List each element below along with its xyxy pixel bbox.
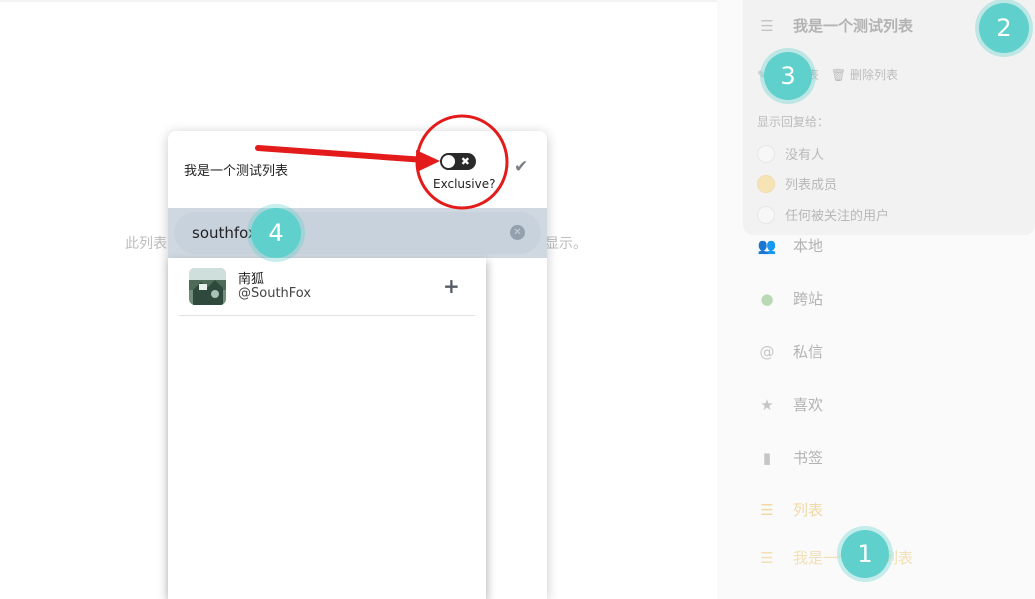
background-text-left: 此列表	[125, 236, 167, 252]
sidebar: ☰ 我是一个测试列表 ✎ 编辑列表 🗑 删除列表 显示回复给： 没有人 列表成员…	[717, 0, 1035, 599]
sidebar-item-label: 列表	[793, 501, 824, 519]
radio-button[interactable]	[757, 205, 775, 224]
result-display-name: 南狐	[238, 272, 265, 287]
search-field: ✕	[174, 212, 541, 254]
toggle-knob	[442, 155, 455, 168]
sidebar-item-lists[interactable]: ☰ 列表	[757, 499, 823, 520]
show-replies-label: 显示回复给：	[757, 115, 830, 129]
sidebar-item-test-list[interactable]: ☰ 我是一个测试列表	[757, 547, 913, 568]
result-row[interactable]: 南狐 @SouthFox +	[179, 266, 475, 316]
sidebar-list-header-label: 我是一个测试列表	[793, 17, 914, 35]
reply-option-followed[interactable]: 任何被关注的用户	[757, 205, 889, 224]
sidebar-item-local[interactable]: 👥 本地	[757, 235, 823, 256]
list-icon: ☰	[760, 500, 774, 519]
dialog-title: 我是一个测试列表	[184, 164, 289, 179]
close-icon: ✖	[460, 155, 470, 168]
background-text-right: 显示。	[545, 236, 587, 252]
globe-icon: ●	[760, 289, 774, 308]
sidebar-item-bookmarks[interactable]: ▮ 书签	[757, 447, 823, 468]
clear-search-button[interactable]: ✕	[510, 225, 525, 240]
step-marker-2: 2	[979, 3, 1029, 53]
sidebar-item-direct[interactable]: @ 私信	[757, 341, 824, 362]
step-marker-1: 1	[841, 530, 889, 578]
sidebar-item-label: 跨站	[793, 290, 824, 308]
sidebar-item-label: 本地	[793, 237, 824, 255]
main-top-border	[0, 0, 717, 2]
sidebar-item-favourites[interactable]: ★ 喜欢	[757, 394, 823, 415]
list-icon: ☰	[760, 548, 774, 567]
radio-button-selected[interactable]	[757, 174, 775, 193]
step-marker-3: 3	[764, 52, 812, 100]
reply-option-members[interactable]: 列表成员	[757, 174, 837, 193]
list-icon: ☰	[760, 16, 774, 35]
sidebar-list-header[interactable]: ☰ 我是一个测试列表	[757, 15, 913, 36]
sidebar-item-label: 私信	[793, 343, 824, 361]
confirm-button[interactable]: ✔	[514, 157, 528, 177]
radio-button[interactable]	[757, 144, 775, 163]
add-member-button[interactable]: +	[443, 274, 460, 298]
sidebar-item-federated[interactable]: ● 跨站	[757, 288, 823, 309]
reply-option-label: 没有人	[785, 148, 825, 163]
search-results: 南狐 @SouthFox +	[168, 258, 486, 599]
delete-list-label: 删除列表	[849, 68, 898, 82]
star-icon: ★	[760, 395, 774, 414]
at-icon: @	[759, 342, 775, 361]
checkmark-icon: ✔	[514, 157, 529, 177]
users-icon: 👥	[757, 236, 777, 255]
step-marker-4: 4	[251, 208, 301, 258]
exclusive-label: Exclusive?	[433, 177, 496, 191]
search-bar: ✕	[168, 208, 547, 258]
sidebar-item-label: 喜欢	[793, 396, 824, 414]
reply-option-label: 任何被关注的用户	[785, 209, 890, 224]
bookmark-icon: ▮	[762, 448, 772, 467]
search-input[interactable]	[192, 221, 492, 245]
exclusive-toggle[interactable]: ✖	[440, 153, 476, 170]
reply-option-label: 列表成员	[785, 178, 838, 193]
sidebar-item-label: 书签	[793, 449, 824, 467]
list-members-dialog: 我是一个测试列表 ✖ Exclusive? ✔ ✕ 南狐 @S	[168, 131, 547, 599]
plus-icon: +	[443, 274, 460, 298]
result-handle: @SouthFox	[238, 286, 312, 301]
reply-option-nobody[interactable]: 没有人	[757, 144, 824, 163]
avatar	[189, 268, 226, 305]
clear-icon: ✕	[513, 227, 522, 238]
delete-list-button[interactable]: 🗑 删除列表	[831, 66, 898, 83]
